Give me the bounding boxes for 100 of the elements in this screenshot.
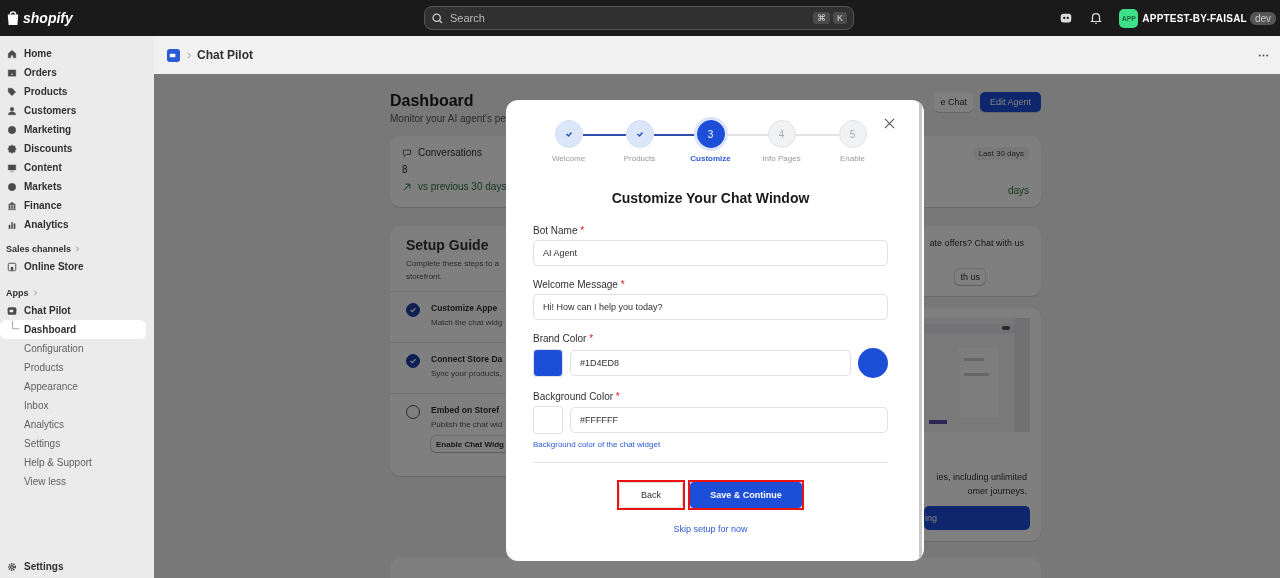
task-description: Match the chat widg (431, 318, 503, 327)
check-icon (634, 129, 645, 139)
tray-icon (7, 67, 17, 78)
support-text: ate offers? Chat with us (929, 237, 1024, 250)
monitor-icon (7, 162, 17, 173)
field-label: Bot Name * (533, 225, 586, 236)
discount-icon (7, 143, 17, 154)
dev-badge: dev (1249, 11, 1276, 25)
color-input[interactable]: #1D4ED8 (570, 350, 851, 376)
field-label: Welcome Message * (533, 279, 626, 290)
skip-link[interactable]: Skip setup for now (673, 524, 748, 534)
metric-value: 8 (402, 164, 409, 175)
nav-subitem[interactable]: Analytics (0, 415, 146, 434)
nav-subitem[interactable]: Inbox (0, 396, 146, 415)
search-field[interactable]: Search ⌘ K (424, 6, 854, 30)
setup-description: Complete these steps to a (406, 258, 499, 270)
task-title: Customize Appe (431, 303, 499, 313)
upgrade-text: omer journeys. (966, 485, 1027, 498)
metric-trend: days (1007, 185, 1029, 196)
chevron-icon (74, 246, 81, 252)
nav-subitem[interactable]: Configuration (0, 339, 146, 358)
nav-item[interactable]: Home (0, 44, 146, 63)
nav-subitem[interactable]: View less (0, 472, 146, 491)
chevron-icon (31, 290, 38, 296)
logo-text: shopify (23, 10, 73, 26)
check-icon (408, 305, 418, 315)
color-swatch[interactable] (533, 406, 563, 434)
step-label: Info Pages (762, 154, 801, 163)
section-heading[interactable]: Apps (6, 288, 29, 298)
home-icon (7, 48, 17, 59)
task-checkbox[interactable] (406, 354, 420, 368)
text-input[interactable]: Hi! How can I help you today? (533, 294, 888, 320)
enable-widget-button[interactable]: Enable Chat Widg (431, 436, 509, 452)
nav-item[interactable]: Marketing (0, 120, 146, 139)
nav-item[interactable]: Settings (0, 557, 146, 576)
nav-item[interactable]: Online Store (0, 257, 146, 276)
check-icon (563, 129, 574, 139)
person-icon (7, 105, 17, 116)
step-label: Products (623, 154, 656, 163)
nav-subitem[interactable]: Products (0, 358, 146, 377)
trend-arrow-icon (402, 181, 412, 192)
page-title: Chat Pilot (197, 48, 253, 62)
keyboard-key: K (833, 12, 847, 24)
field-label: Background Color * (533, 391, 621, 402)
save-button[interactable]: Save & Continue (690, 482, 802, 508)
metric-label: Conversations (418, 147, 482, 158)
text-input[interactable]: AI Agent (533, 240, 888, 266)
step-label: Enable (840, 154, 865, 163)
step-connector (653, 134, 697, 136)
store-icon (7, 261, 17, 272)
search-icon (431, 11, 444, 25)
chat-bubble-icon (402, 147, 412, 158)
robot-icon[interactable] (1059, 11, 1074, 25)
nav-item[interactable]: Chat Pilot (0, 301, 146, 320)
nav-item[interactable]: Markets (0, 177, 146, 196)
dialog-title: Customize Your Chat Window (610, 190, 811, 206)
field-hint: Background color of the chat widget (533, 440, 662, 449)
step-circle: 4 (767, 120, 796, 148)
chat-button[interactable]: th us (955, 269, 985, 285)
chevron-icon (185, 51, 192, 59)
step-circle: 3 (696, 120, 725, 148)
task-title: Embed on Storef (431, 405, 500, 415)
nav-subitem[interactable]: Dashboard (0, 320, 146, 339)
nav-item[interactable]: Customers (0, 101, 146, 120)
color-input[interactable]: #FFFFFF (570, 407, 888, 433)
upgrade-button[interactable]: ing (924, 506, 1030, 530)
nav-item[interactable]: Analytics (0, 215, 146, 234)
color-swatch[interactable] (533, 349, 563, 377)
nav-subitem[interactable]: Settings (0, 434, 146, 453)
store-name[interactable]: APPTEST-BY-FAISAL (1142, 12, 1247, 24)
chat-app-icon (7, 305, 17, 316)
back-button[interactable]: Back (619, 482, 683, 508)
task-title: Connect Store Da (431, 354, 503, 364)
nav-item[interactable]: Content (0, 158, 146, 177)
period-badge: Last 30 days (973, 147, 1029, 160)
metric-trend: vs previous 30 days (418, 181, 507, 192)
bank-icon (7, 200, 17, 211)
keyboard-key: ⌘ (813, 12, 830, 24)
dashboard-subtitle: Monitor your AI agent's pe (390, 113, 506, 124)
search-input[interactable]: Search (450, 12, 807, 24)
nav-item[interactable]: Orders (0, 63, 146, 82)
close-icon[interactable] (884, 118, 895, 129)
step-circle: 5 (838, 120, 867, 148)
nav-item[interactable]: Discounts (0, 139, 146, 158)
bar-chart-icon (7, 219, 17, 230)
nav-subitem[interactable]: Appearance (0, 377, 146, 396)
task-description: Publish the chat wid (431, 420, 504, 429)
setup-description: storefront. (406, 271, 442, 283)
task-checkbox[interactable] (406, 303, 420, 317)
nav-subitem[interactable]: Help & Support (0, 453, 146, 472)
gear-icon (7, 561, 17, 572)
tag-icon (7, 86, 17, 97)
section-heading[interactable]: Sales channels (6, 244, 72, 254)
header-button[interactable]: Edit Agent (979, 92, 1041, 112)
color-preview (858, 348, 888, 378)
header-button[interactable]: e Chat (934, 92, 973, 112)
nav-item[interactable]: Products (0, 82, 146, 101)
bell-icon[interactable] (1089, 11, 1104, 25)
nav-item[interactable]: Finance (0, 196, 146, 215)
more-icon[interactable] (1258, 53, 1269, 57)
